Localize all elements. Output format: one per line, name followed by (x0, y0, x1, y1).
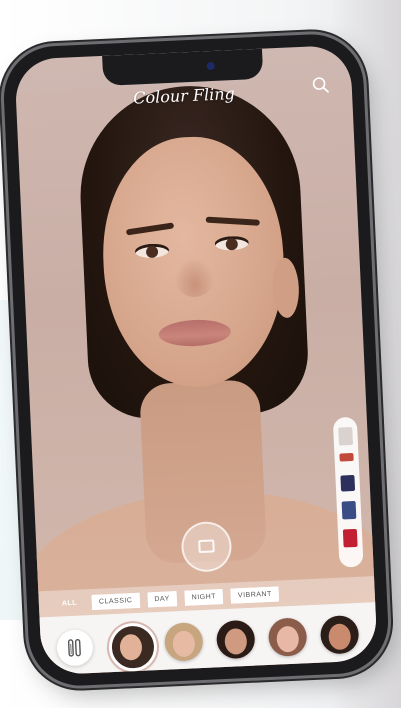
tab-night[interactable]: NIGHT (184, 588, 224, 606)
shade-swatch-2[interactable] (339, 452, 354, 462)
phone-frame: Colour Fling ALL CLASSIC DAY NIGHT VIBRA… (1, 32, 391, 688)
shade-swatch-4[interactable] (341, 500, 357, 520)
front-camera (206, 61, 215, 71)
shade-swatch-3[interactable] (340, 474, 356, 492)
tab-classic[interactable]: CLASSIC (91, 592, 140, 610)
tab-vibrant[interactable]: VIBRANT (230, 585, 280, 604)
brushes-icon (67, 638, 81, 657)
look-thumbnail-5[interactable] (319, 614, 360, 655)
tab-all[interactable]: ALL (55, 595, 85, 611)
shade-swatch-5[interactable] (342, 528, 358, 548)
tab-day[interactable]: DAY (147, 590, 178, 607)
shade-swatch-1[interactable] (338, 426, 354, 446)
phone-screen: Colour Fling ALL CLASSIC DAY NIGHT VIBRA… (14, 44, 378, 676)
phone-notch (102, 48, 264, 86)
brushes-button[interactable] (56, 628, 94, 667)
camera-icon (198, 539, 215, 554)
look-thumbnail-2[interactable] (163, 622, 204, 662)
look-thumbnail-3[interactable] (215, 619, 256, 660)
look-thumbnail-1[interactable] (107, 622, 159, 673)
search-icon[interactable] (311, 76, 330, 95)
look-thumbnail-4[interactable] (267, 617, 308, 657)
